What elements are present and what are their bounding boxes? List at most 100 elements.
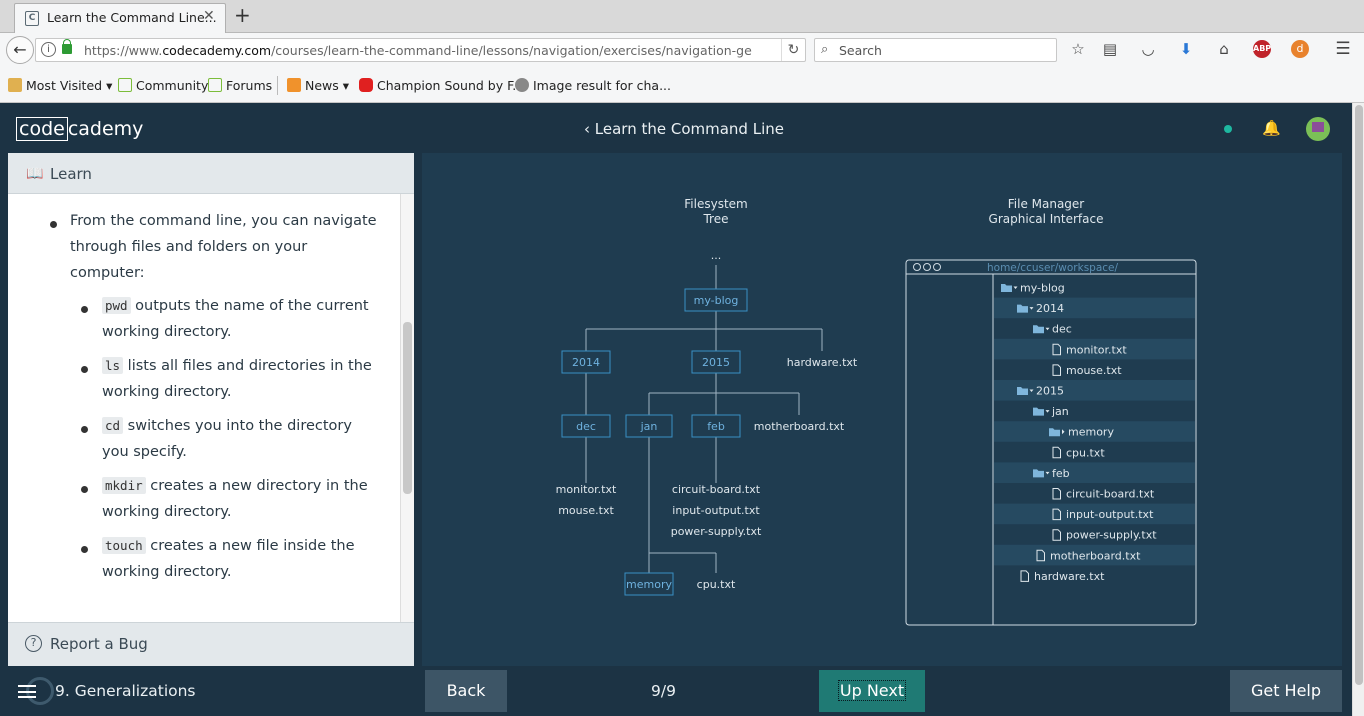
pocket-icon[interactable]: ◡: [1139, 40, 1157, 58]
fm-path: home/ccuser/workspace/: [987, 262, 1119, 274]
codecademy-favicon: [208, 78, 222, 92]
duckduckgo-icon[interactable]: d: [1291, 40, 1309, 58]
report-bug-label: Report a Bug: [50, 635, 148, 653]
bookmark-news[interactable]: News ▾: [287, 78, 349, 93]
bullet-icon: [81, 546, 88, 553]
url-text[interactable]: https://www.codecademy.com/courses/learn…: [84, 43, 752, 58]
fm-row-label: hardware.txt: [1034, 570, 1105, 583]
browser-nav-bar: ← i https://www.codecademy.com/courses/l…: [0, 33, 1364, 68]
tree-title-line2: Tree: [702, 212, 728, 226]
tree-file-input-output: input-output.txt: [672, 504, 760, 517]
fm-row-memory: memory: [994, 421, 1195, 442]
fm-row-circuit-board-txt: circuit-board.txt: [1052, 488, 1155, 501]
new-tab-button[interactable]: +: [234, 3, 251, 27]
bullet-icon: [81, 366, 88, 373]
fm-row-label: monitor.txt: [1066, 343, 1127, 356]
chevron-left-icon: ‹: [584, 120, 590, 138]
filesystem-diagram: Filesystem Tree ... my-blog 2014 2015 de…: [556, 197, 1197, 626]
avatar[interactable]: [1306, 117, 1330, 141]
report-bug-button[interactable]: ? Report a Bug: [8, 622, 414, 666]
fm-row-label: feb: [1052, 467, 1070, 480]
lesson-name[interactable]: 9. Generalizations: [55, 682, 196, 700]
codecademy-logo[interactable]: code cademy: [16, 117, 143, 143]
adblock-icon[interactable]: ABP: [1253, 40, 1271, 58]
fm-row-label: mouse.txt: [1066, 364, 1122, 377]
lesson-item-ls: ls lists all files and directories in th…: [102, 357, 372, 400]
tree-node-memory: memory: [626, 578, 672, 591]
codecademy-app: code cademy ‹ Learn the Command Line 🔔 📖 …: [0, 103, 1364, 716]
learn-label: Learn: [50, 165, 92, 183]
close-tab-icon[interactable]: ✕: [203, 8, 215, 24]
tree-file-circuit-board: circuit-board.txt: [672, 483, 761, 496]
tree-file-mouse: mouse.txt: [558, 504, 614, 517]
download-icon[interactable]: ⬇: [1177, 40, 1195, 58]
bookmark-image-result[interactable]: Image result for cha...: [515, 78, 671, 93]
info-icon[interactable]: i: [41, 42, 56, 57]
fm-title-line2: Graphical Interface: [989, 212, 1104, 226]
lesson-item-pwd: pwd outputs the name of the current work…: [102, 297, 369, 340]
home-icon[interactable]: ⌂: [1215, 40, 1233, 58]
hamburger-menu-icon[interactable]: [18, 685, 36, 698]
reload-icon[interactable]: ↻: [781, 39, 805, 61]
tree-node-feb: feb: [707, 420, 725, 433]
fm-row-label: my-blog: [1020, 282, 1065, 295]
book-icon: 📖: [26, 166, 44, 182]
lesson-scrollbar[interactable]: [400, 194, 414, 622]
bookmark-community[interactable]: Community: [118, 78, 208, 93]
fm-row-feb: feb: [994, 462, 1195, 483]
tree-node-dec: dec: [576, 420, 596, 433]
bookmark-most-visited[interactable]: Most Visited ▾: [8, 78, 112, 93]
bookmark-champion-sound[interactable]: Champion Sound by F...: [359, 78, 524, 93]
tab-title: Learn the Command Line...: [47, 10, 217, 25]
browser-tab-bar: C Learn the Command Line... ✕ +: [0, 0, 1364, 33]
tree-node-2014: 2014: [572, 356, 600, 369]
fm-row-2014: 2014: [994, 297, 1195, 319]
bullet-icon: [50, 221, 57, 228]
fm-row-label: circuit-board.txt: [1066, 488, 1155, 501]
fm-row-input-output-txt: input-output.txt: [994, 503, 1195, 525]
tree-file-motherboard: motherboard.txt: [754, 420, 845, 433]
fm-row-label: jan: [1051, 405, 1069, 418]
back-button[interactable]: Back: [425, 670, 507, 712]
learn-header[interactable]: 📖 Learn: [8, 153, 414, 194]
fm-row-power-supply-txt: power-supply.txt: [1052, 529, 1157, 542]
back-arrow-icon[interactable]: ←: [6, 36, 34, 64]
get-help-button[interactable]: Get Help: [1230, 670, 1342, 712]
page-scrollbar[interactable]: [1352, 103, 1364, 716]
fm-row-label: input-output.txt: [1066, 508, 1154, 521]
fm-row-label: dec: [1052, 323, 1072, 336]
url-bar[interactable]: i https://www.codecademy.com/courses/lea…: [35, 38, 806, 62]
codecademy-favicon: C: [25, 11, 39, 26]
tree-file-monitor: monitor.txt: [556, 483, 617, 496]
rss-icon: [287, 78, 301, 92]
search-placeholder: Search: [839, 43, 882, 58]
learn-panel: 📖 Learn From the command line, you can n…: [8, 153, 414, 666]
file-manager-window: home/ccuser/workspace/ my-blog 2014 dec mon…: [905, 259, 1197, 626]
fm-row-hardware-txt: hardware.txt: [1020, 570, 1105, 583]
menu-icon[interactable]: ☰: [1334, 40, 1352, 58]
page-counter: 9/9: [651, 682, 676, 700]
bullet-icon: [81, 486, 88, 493]
fm-row-label: 2014: [1036, 302, 1064, 315]
fm-row-label: motherboard.txt: [1050, 549, 1141, 562]
course-title-link[interactable]: ‹ Learn the Command Line: [584, 120, 784, 138]
tree-title-line1: Filesystem: [684, 197, 747, 211]
browser-tab[interactable]: C Learn the Command Line... ✕: [14, 3, 226, 33]
tree-node-my-blog: my-blog: [694, 294, 739, 307]
bookmark-star-icon[interactable]: ☆: [1069, 40, 1087, 58]
bell-icon[interactable]: 🔔: [1262, 119, 1281, 137]
bookmark-forums[interactable]: Forums: [208, 78, 272, 93]
lesson-content: From the command line, you can navigate …: [8, 194, 400, 622]
fm-title-line1: File Manager: [1008, 197, 1085, 211]
tree-file-cpu: cpu.txt: [697, 578, 736, 591]
bookmark-separator: [277, 76, 278, 95]
search-input[interactable]: ⌕ Search: [814, 38, 1057, 62]
diagram-panel: Filesystem Tree ... my-blog 2014 2015 de…: [422, 153, 1342, 666]
fm-row-label: memory: [1068, 426, 1114, 439]
up-next-button[interactable]: Up Next: [819, 670, 925, 712]
lesson-item-touch: touch creates a new file inside the work…: [102, 537, 355, 580]
online-status-dot: [1224, 125, 1232, 133]
star-folder-icon: [8, 78, 22, 92]
youtube-icon: [359, 78, 373, 92]
reading-list-icon[interactable]: ▤: [1101, 40, 1119, 58]
